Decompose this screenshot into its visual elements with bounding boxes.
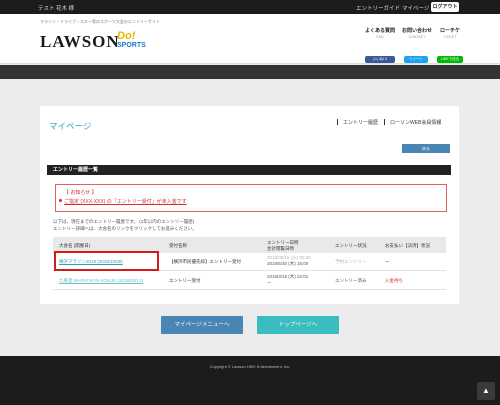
col-entry-date-2: 合計閲覧日時	[267, 245, 294, 251]
reception-name: エントリー受付	[169, 278, 201, 283]
faq-sub: FAQ	[376, 35, 384, 39]
mypage-card: マイページ エントリー履歴 ローソンWEB会員情報 戻る エントリー履歴一覧 【…	[40, 106, 459, 304]
notice-link[interactable]: ご指定 (XXX-XXX) の「エントリー受付」が未入金です	[64, 198, 187, 205]
logo-sports: SPORTS	[117, 42, 146, 49]
col-payment: お支払い【決済】状況	[385, 243, 430, 248]
payment-status: ー	[385, 259, 390, 264]
contact-label: お問い合わせ	[402, 28, 433, 34]
col-reception: 受付名称	[169, 243, 187, 248]
ticket-label: ローチケ	[440, 28, 461, 34]
top-page-button[interactable]: トップページへ	[257, 316, 339, 334]
page-title: マイページ	[49, 121, 92, 131]
site-footer: Copyright © Lawson HMV Entertainment, In…	[0, 356, 500, 405]
contact-sub: CONTACT	[408, 35, 426, 39]
entry-date-2: ー	[267, 280, 272, 285]
payment-status: 入金待ち	[385, 278, 403, 283]
top-bar: テスト 花木 様 エントリーガイド マイページ ログアウト	[0, 0, 500, 14]
mypage-link[interactable]: マイページ	[402, 4, 429, 12]
site-tagline: マラソン・ドライブ・スキー等のスポーツ大会のエントリーサイト	[40, 19, 160, 24]
intro-line-2: エントリー詳細へは、大会名のリンクをクリックしてお進みください。	[53, 226, 197, 231]
entry-status: 予約エントリー	[335, 259, 367, 264]
entry-guide-link[interactable]: エントリーガイド	[356, 4, 400, 12]
ticket-link[interactable]: ローチケ TICKET	[440, 27, 460, 39]
bullet-icon	[59, 199, 62, 202]
copyright: Copyright © Lawson HMV Entertainment, In…	[209, 364, 291, 369]
col-status: エントリー状況	[335, 243, 367, 248]
line-share-button[interactable]: LINEで送る	[437, 56, 463, 63]
col-entry-date-1: エントリー日時	[267, 240, 299, 245]
entry-status: エントリー済み	[335, 278, 367, 283]
intro-line-1: 以下は、現在までのエントリー履歴です。 (1年以内のエントリー履歴)	[53, 219, 195, 224]
entry-date-1: 2018/3/15 (木) 22:01	[267, 274, 309, 279]
col-entry-date: エントリー日時 合計閲覧日時	[267, 240, 299, 251]
nav-entry-history[interactable]: エントリー履歴	[336, 119, 378, 126]
entry-dates: 2018/05/15 (火) 00:00 2018/5/30 (木) 15:00	[267, 255, 311, 267]
tweet-button[interactable]: ツイート	[404, 56, 428, 63]
logo-do: Do!	[117, 30, 136, 42]
entry-dates: 2018/3/15 (木) 22:01 ー	[267, 274, 308, 286]
back-button[interactable]: 戻る	[402, 144, 450, 153]
col-event: 大会名 (開催日)	[59, 243, 91, 248]
mypage-menu-button[interactable]: マイページメニューへ	[161, 316, 243, 334]
ticket-sub: TICKET	[443, 35, 457, 39]
table-row: 九重連 MARATHON KOKUE (2018/05/13) エントリー受付 …	[53, 272, 446, 290]
event-link[interactable]: 九重連 MARATHON KOKUE (2018/05/13)	[59, 278, 143, 284]
contact-link[interactable]: お問い合わせ CONTACT	[402, 27, 432, 39]
logout-button[interactable]: ログアウト	[431, 2, 459, 12]
faq-label: よくある質問	[365, 28, 396, 34]
notice-title: 【 お知らせ 】	[64, 190, 97, 196]
section-header: エントリー履歴一覧	[47, 165, 451, 175]
site-header: マラソン・ドライブ・スキー等のスポーツ大会のエントリーサイト LAWSON Do…	[0, 14, 500, 64]
user-name: テスト 花木 様	[38, 6, 75, 12]
intro-text: 以下は、現在までのエントリー履歴です。 (1年以内のエントリー履歴) エントリー…	[53, 218, 197, 232]
scroll-top-icon[interactable]: ▲	[477, 382, 495, 400]
reception-name: 【横浜市民優先枠】エントリー受付	[169, 259, 241, 264]
header-band	[0, 65, 500, 79]
site-logo[interactable]: LAWSON	[40, 32, 120, 52]
faq-link[interactable]: よくある質問 FAQ	[365, 27, 395, 39]
highlight-box	[54, 251, 159, 271]
nav-member-info[interactable]: ローソンWEB会員情報	[383, 119, 441, 126]
entry-date-2: 2018/5/30 (木) 15:00	[267, 261, 309, 266]
notice-box: 【 お知らせ 】 ご指定 (XXX-XXX) の「エントリー受付」が未入金です	[55, 184, 447, 212]
facebook-like-button[interactable]: いいね! 0	[365, 56, 395, 63]
